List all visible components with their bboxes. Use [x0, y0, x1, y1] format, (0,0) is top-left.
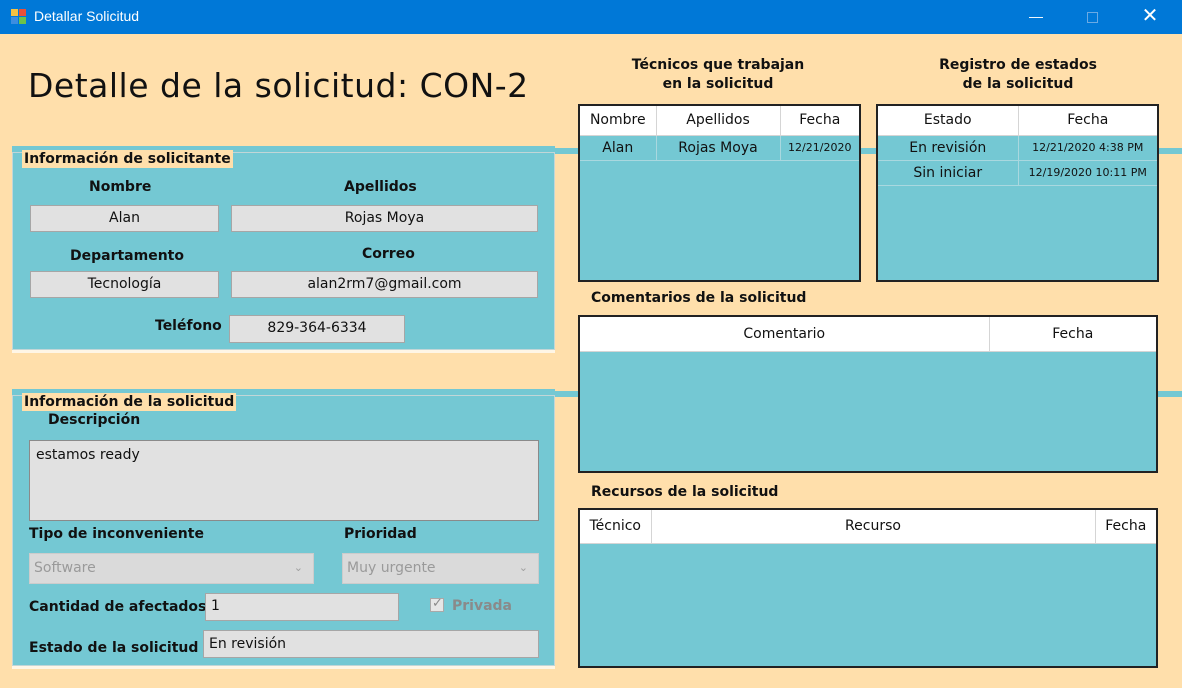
- department-field[interactable]: Tecnología: [30, 271, 219, 298]
- comments-title: Comentarios de la solicitud: [591, 290, 807, 306]
- email-field[interactable]: alan2rm7@gmail.com: [231, 271, 538, 298]
- table-row[interactable]: Sin iniciar 12/19/2020 10:11 PM: [878, 160, 1157, 186]
- title-bar: Detallar Solicitud — ✕: [0, 0, 1182, 34]
- department-label: Departamento: [70, 248, 184, 264]
- column-header-fecha[interactable]: Fecha: [780, 106, 859, 136]
- technicians-title-line1: Técnicos que trabajan: [631, 57, 805, 73]
- column-header-apellidos[interactable]: Apellidos: [656, 106, 781, 136]
- request-status-label: Estado de la solicitud: [29, 640, 199, 656]
- status-log-title-line2: de la solicitud: [962, 76, 1074, 92]
- cell: En revisión: [878, 135, 1019, 161]
- affected-count-field[interactable]: 1: [205, 593, 399, 621]
- cell: Rojas Moya: [656, 135, 781, 161]
- issue-type-select[interactable]: Software ⌄: [29, 553, 314, 584]
- status-log-title-line1: Registro de estados: [939, 57, 1097, 73]
- priority-select[interactable]: Muy urgente ⌄: [342, 553, 539, 584]
- request-status-field[interactable]: En revisión: [203, 630, 539, 658]
- applicant-info-legend: Información de solicitante: [12, 148, 1182, 168]
- technicians-title: Técnicos que trabajan en la solicitud: [618, 56, 818, 94]
- table-header-row: Estado Fecha: [878, 106, 1157, 136]
- technicians-title-line2: en la solicitud: [662, 76, 774, 92]
- column-header-comentario[interactable]: Comentario: [580, 317, 990, 352]
- email-label: Correo: [362, 246, 415, 262]
- column-header-nombre[interactable]: Nombre: [580, 106, 657, 136]
- last-name-field[interactable]: Rojas Moya: [231, 205, 538, 232]
- resources-table[interactable]: Técnico Recurso Fecha: [578, 508, 1158, 668]
- checkbox-icon: [430, 596, 444, 612]
- minimize-button[interactable]: —: [1008, 0, 1064, 34]
- description-textarea[interactable]: estamos ready: [29, 440, 539, 521]
- table-header-row: Nombre Apellidos Fecha: [580, 106, 859, 136]
- name-field[interactable]: Alan: [30, 205, 219, 232]
- issue-type-label: Tipo de inconveniente: [29, 526, 204, 542]
- column-header-tecnico[interactable]: Técnico: [580, 510, 652, 544]
- status-log-table[interactable]: Estado Fecha En revisión 12/21/2020 4:38…: [876, 104, 1159, 282]
- phone-field[interactable]: 829-364-6334: [229, 315, 405, 343]
- maximize-button[interactable]: [1064, 0, 1120, 34]
- description-label: Descripción: [48, 412, 141, 428]
- table-row[interactable]: Alan Rojas Moya 12/21/2020: [580, 135, 859, 161]
- phone-label: Teléfono: [155, 318, 222, 334]
- chevron-down-icon: ⌄: [293, 561, 303, 574]
- cell: 12/19/2020 10:11 PM: [1018, 160, 1157, 186]
- comments-table[interactable]: Comentario Fecha: [578, 315, 1158, 473]
- chevron-down-icon: ⌄: [518, 561, 528, 574]
- cell: Sin iniciar: [878, 160, 1019, 186]
- close-button[interactable]: ✕: [1122, 0, 1178, 34]
- maximize-icon: [1086, 11, 1098, 23]
- column-header-fecha[interactable]: Fecha: [1018, 106, 1157, 136]
- private-checkbox-label: Privada: [452, 598, 513, 614]
- table-row[interactable]: En revisión 12/21/2020 4:38 PM: [878, 135, 1157, 161]
- last-name-label: Apellidos: [344, 179, 417, 195]
- table-header-row: Comentario Fecha: [580, 317, 1156, 352]
- request-info-legend: Información de la solicitud: [11, 391, 1182, 411]
- page-title: Detalle de la solicitud: CON-2: [28, 66, 529, 105]
- technicians-table[interactable]: Nombre Apellidos Fecha Alan Rojas Moya 1…: [578, 104, 861, 282]
- priority-label: Prioridad: [344, 526, 417, 542]
- column-header-recurso[interactable]: Recurso: [651, 510, 1096, 544]
- affected-count-label: Cantidad de afectados: [29, 599, 207, 615]
- table-header-row: Técnico Recurso Fecha: [580, 510, 1156, 544]
- cell: 12/21/2020 4:38 PM: [1018, 135, 1157, 161]
- issue-type-value: Software: [34, 560, 96, 576]
- resources-title: Recursos de la solicitud: [591, 484, 779, 500]
- cell: Alan: [580, 135, 657, 161]
- window-title: Detallar Solicitud: [34, 8, 140, 24]
- private-checkbox[interactable]: Privada: [430, 596, 513, 614]
- column-header-fecha[interactable]: Fecha: [1095, 510, 1156, 544]
- name-label: Nombre: [89, 179, 152, 195]
- column-header-fecha[interactable]: Fecha: [989, 317, 1156, 352]
- status-log-title: Registro de estados de la solicitud: [918, 56, 1118, 94]
- cell: 12/21/2020: [780, 135, 859, 161]
- column-header-estado[interactable]: Estado: [878, 106, 1019, 136]
- app-icon: [11, 9, 27, 25]
- priority-value: Muy urgente: [347, 560, 436, 576]
